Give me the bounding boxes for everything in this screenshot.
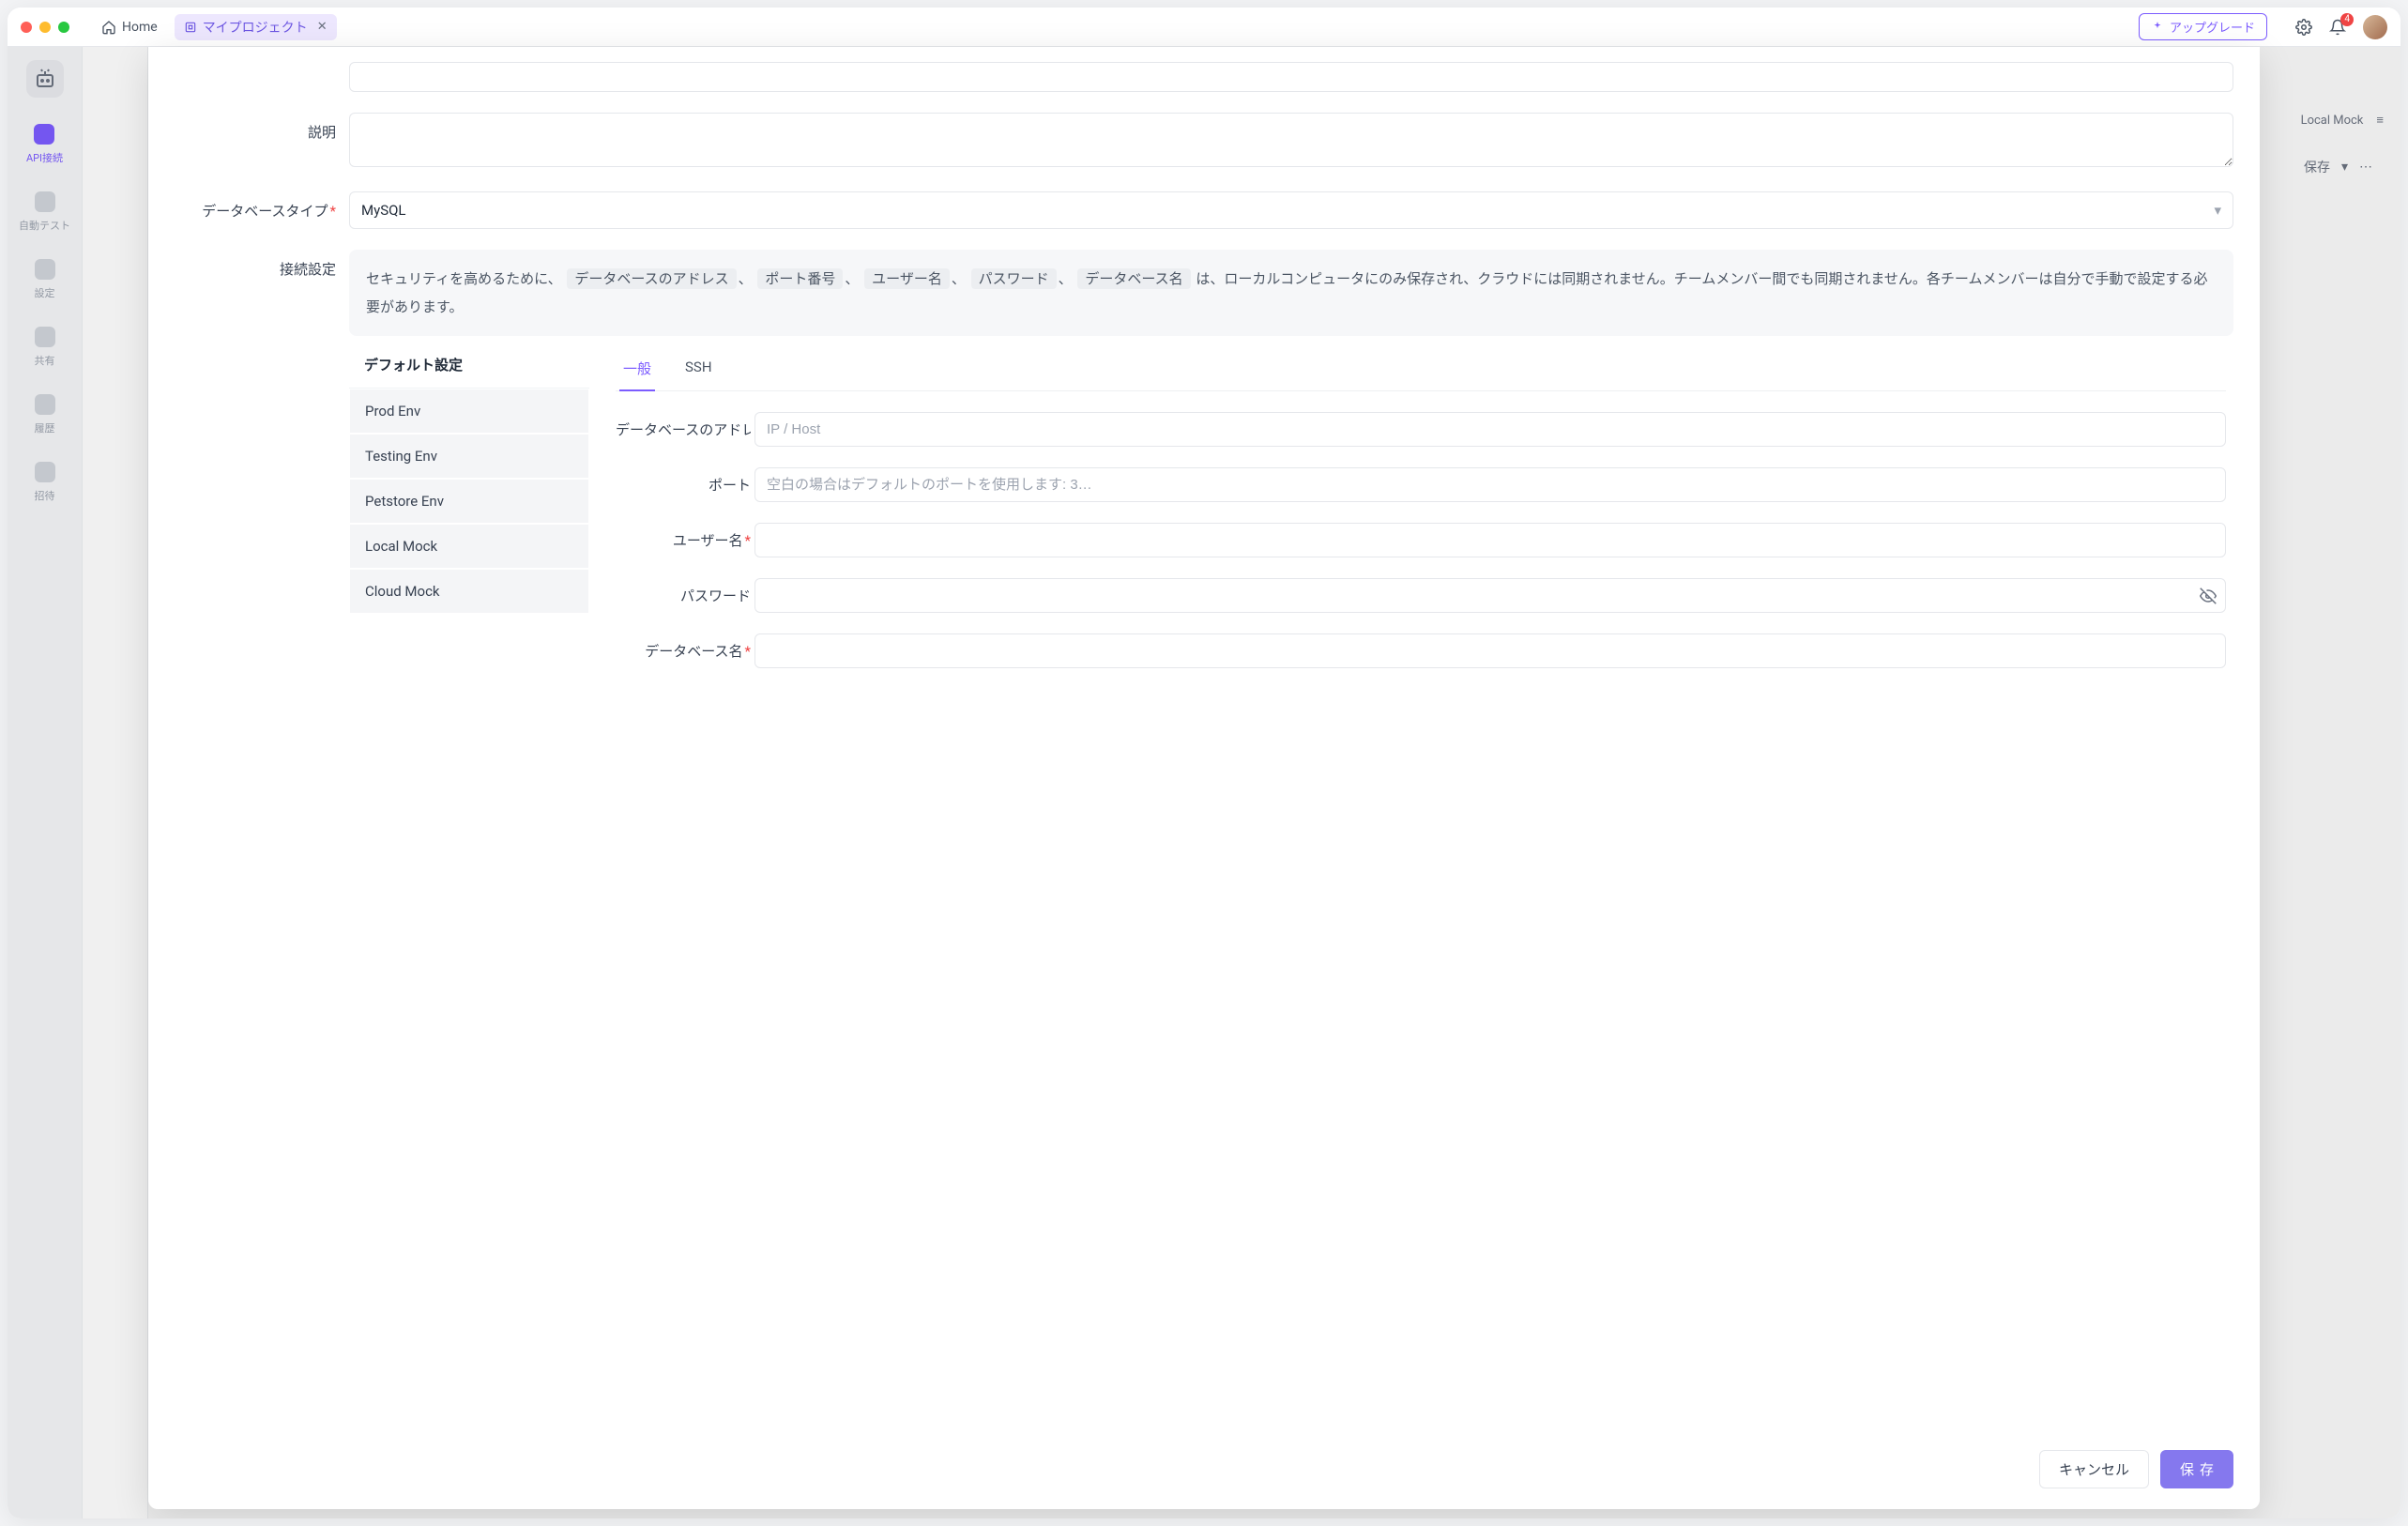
upgrade-button[interactable]: アップグレード [2139,13,2267,40]
db-type-select[interactable]: MySQL ▾ [349,191,2233,229]
conn-settings-label: 接続設定 [195,250,336,279]
dbname-input[interactable] [754,633,2226,668]
conn-tabs: 一般 SSH [616,345,2226,391]
tab-ssh[interactable]: SSH [681,353,716,390]
env-header[interactable]: デフォルト設定 [349,342,589,389]
avatar[interactable] [2363,15,2387,39]
settings-icon[interactable] [2295,19,2312,36]
cancel-button[interactable]: キャンセル [2039,1450,2149,1488]
env-item-prod[interactable]: Prod Env [349,389,589,434]
save-button[interactable]: 保存 [2160,1450,2233,1488]
home-tab[interactable]: Home [92,16,167,38]
close-tab-icon[interactable]: ✕ [317,20,328,34]
db-type-label: データベースタイプ* [195,191,336,221]
sparkle-icon [2151,21,2164,34]
notification-badge: 4 [2340,13,2354,26]
project-tab[interactable]: マイプロジェクト ✕ [175,14,337,40]
description-label: 説明 [195,113,336,142]
eye-off-icon[interactable] [2200,588,2217,604]
upgrade-label: アップグレード [2170,18,2255,36]
username-label: ユーザー名* [616,530,751,550]
env-item-petstore[interactable]: Petstore Env [349,479,589,524]
dbname-label: データベース名* [616,641,751,661]
notifications-icon[interactable]: 4 [2329,19,2346,36]
home-icon [101,20,116,35]
maximize-window-icon[interactable] [58,22,69,33]
window-controls [21,22,69,33]
close-window-icon[interactable] [21,22,32,33]
address-label: データベースのアドレ [616,420,751,439]
password-input[interactable] [754,578,2226,613]
env-item-localmock[interactable]: Local Mock [349,524,589,569]
project-tab-label: マイプロジェクト [203,18,308,37]
port-label: ポート [616,475,751,495]
username-input[interactable] [754,523,2226,557]
address-input[interactable] [754,412,2226,447]
name-textarea[interactable] [349,62,2233,92]
security-info: セキュリティを高めるために、 データベースのアドレス、 ポート番号、 ユーザー名… [349,250,2233,336]
env-list: デフォルト設定 Prod Env Testing Env Petstore En… [349,342,589,672]
password-label: パスワード [616,586,751,605]
description-textarea[interactable] [349,113,2233,167]
env-item-testing[interactable]: Testing Env [349,434,589,479]
port-input[interactable] [754,467,2226,502]
tab-general[interactable]: 一般 [619,353,655,391]
chevron-down-icon: ▾ [2214,202,2221,219]
modal-footer: キャンセル 保存 [148,1433,2260,1509]
db-connection-modal: 説明 データベースタイプ* MySQL ▾ 接続設定 [148,47,2260,1509]
db-type-value: MySQL [361,202,406,219]
home-tab-label: Home [122,20,158,35]
env-item-cloudmock[interactable]: Cloud Mock [349,569,589,614]
minimize-window-icon[interactable] [39,22,51,33]
titlebar: Home マイプロジェクト ✕ アップグレード 4 [8,8,2400,47]
project-icon [184,21,197,34]
